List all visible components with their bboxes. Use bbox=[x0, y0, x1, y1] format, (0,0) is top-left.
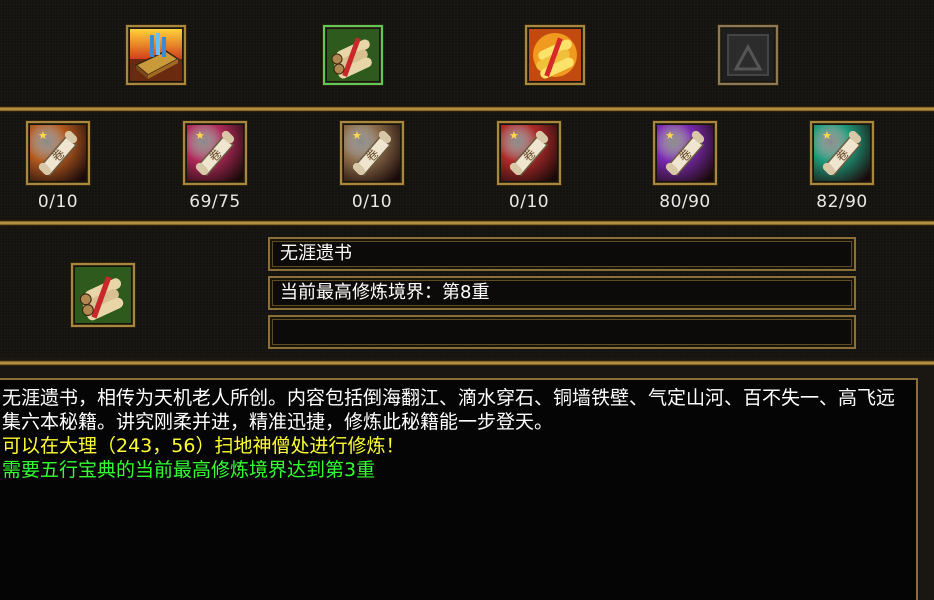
description-box: 无涯遗书，相传为天机老人所创。内容包括倒海翻江、滴水穿石、铜墙铁壁、气定山河、百… bbox=[0, 378, 918, 600]
green-scroll-bundle-icon bbox=[75, 267, 131, 323]
green-scroll-bundle-item-icon bbox=[327, 29, 379, 81]
orange-scroll-icon: 卷★ bbox=[30, 125, 86, 181]
scroll-slot[interactable]: 卷 ★ bbox=[497, 121, 561, 185]
svg-text:★: ★ bbox=[509, 129, 519, 142]
divider-middle bbox=[0, 220, 934, 226]
empty-item-slot-icon bbox=[722, 29, 774, 81]
red-scroll-icon: 卷★ bbox=[501, 125, 557, 181]
book-stack-item-slot[interactable] bbox=[126, 25, 186, 85]
scroll-slot[interactable]: 卷 ★ bbox=[340, 121, 404, 185]
divider-top bbox=[0, 106, 934, 112]
scroll-progress: 0/10 bbox=[508, 192, 550, 212]
golden-scroll-bundle-item-icon bbox=[529, 29, 581, 81]
empty-item-slot[interactable] bbox=[718, 25, 778, 85]
scroll-row-panel bbox=[0, 113, 934, 219]
teal-scroll-icon: 卷★ bbox=[814, 125, 870, 181]
scroll-slot[interactable]: 卷 ★ bbox=[183, 121, 247, 185]
purple-scroll-icon: 卷★ bbox=[657, 125, 713, 181]
book-stack-item-icon bbox=[130, 29, 182, 81]
scroll-slot[interactable]: 卷 ★ bbox=[810, 121, 874, 185]
scroll-progress: 82/90 bbox=[816, 192, 868, 212]
empty-field bbox=[268, 315, 856, 349]
svg-text:★: ★ bbox=[195, 129, 205, 142]
rose-scroll-icon: 卷★ bbox=[187, 125, 243, 181]
golden-scroll-bundle-item-slot[interactable] bbox=[525, 25, 585, 85]
scroll-progress: 80/90 bbox=[659, 192, 711, 212]
selected-item-slot[interactable] bbox=[71, 263, 135, 327]
svg-text:★: ★ bbox=[665, 129, 675, 142]
divider-bottom bbox=[0, 360, 934, 366]
location-hint: 可以在大理（243，56）扫地神僧处进行修炼！ bbox=[2, 435, 405, 457]
scroll-progress: 0/10 bbox=[37, 192, 79, 212]
scroll-progress: 0/10 bbox=[351, 192, 393, 212]
scroll-progress: 69/75 bbox=[189, 192, 241, 212]
svg-text:★: ★ bbox=[352, 129, 362, 142]
scroll-slot[interactable]: 卷 ★ bbox=[26, 121, 90, 185]
book-name-field: 无涯遗书 bbox=[268, 237, 856, 271]
tan-scroll-icon: 卷★ bbox=[344, 125, 400, 181]
green-scroll-bundle-item-slot[interactable] bbox=[323, 25, 383, 85]
requirement-text: 需要五行宝典的当前最高修炼境界达到第3重 bbox=[2, 459, 376, 481]
svg-text:★: ★ bbox=[822, 129, 832, 142]
level-field: 当前最高修炼境界：第8重 bbox=[268, 276, 856, 310]
description-body: 无涯遗书，相传为天机老人所创。内容包括倒海翻江、滴水穿石、铜墙铁壁、气定山河、百… bbox=[2, 387, 896, 433]
svg-text:★: ★ bbox=[38, 129, 48, 142]
scroll-slot[interactable]: 卷 ★ bbox=[653, 121, 717, 185]
